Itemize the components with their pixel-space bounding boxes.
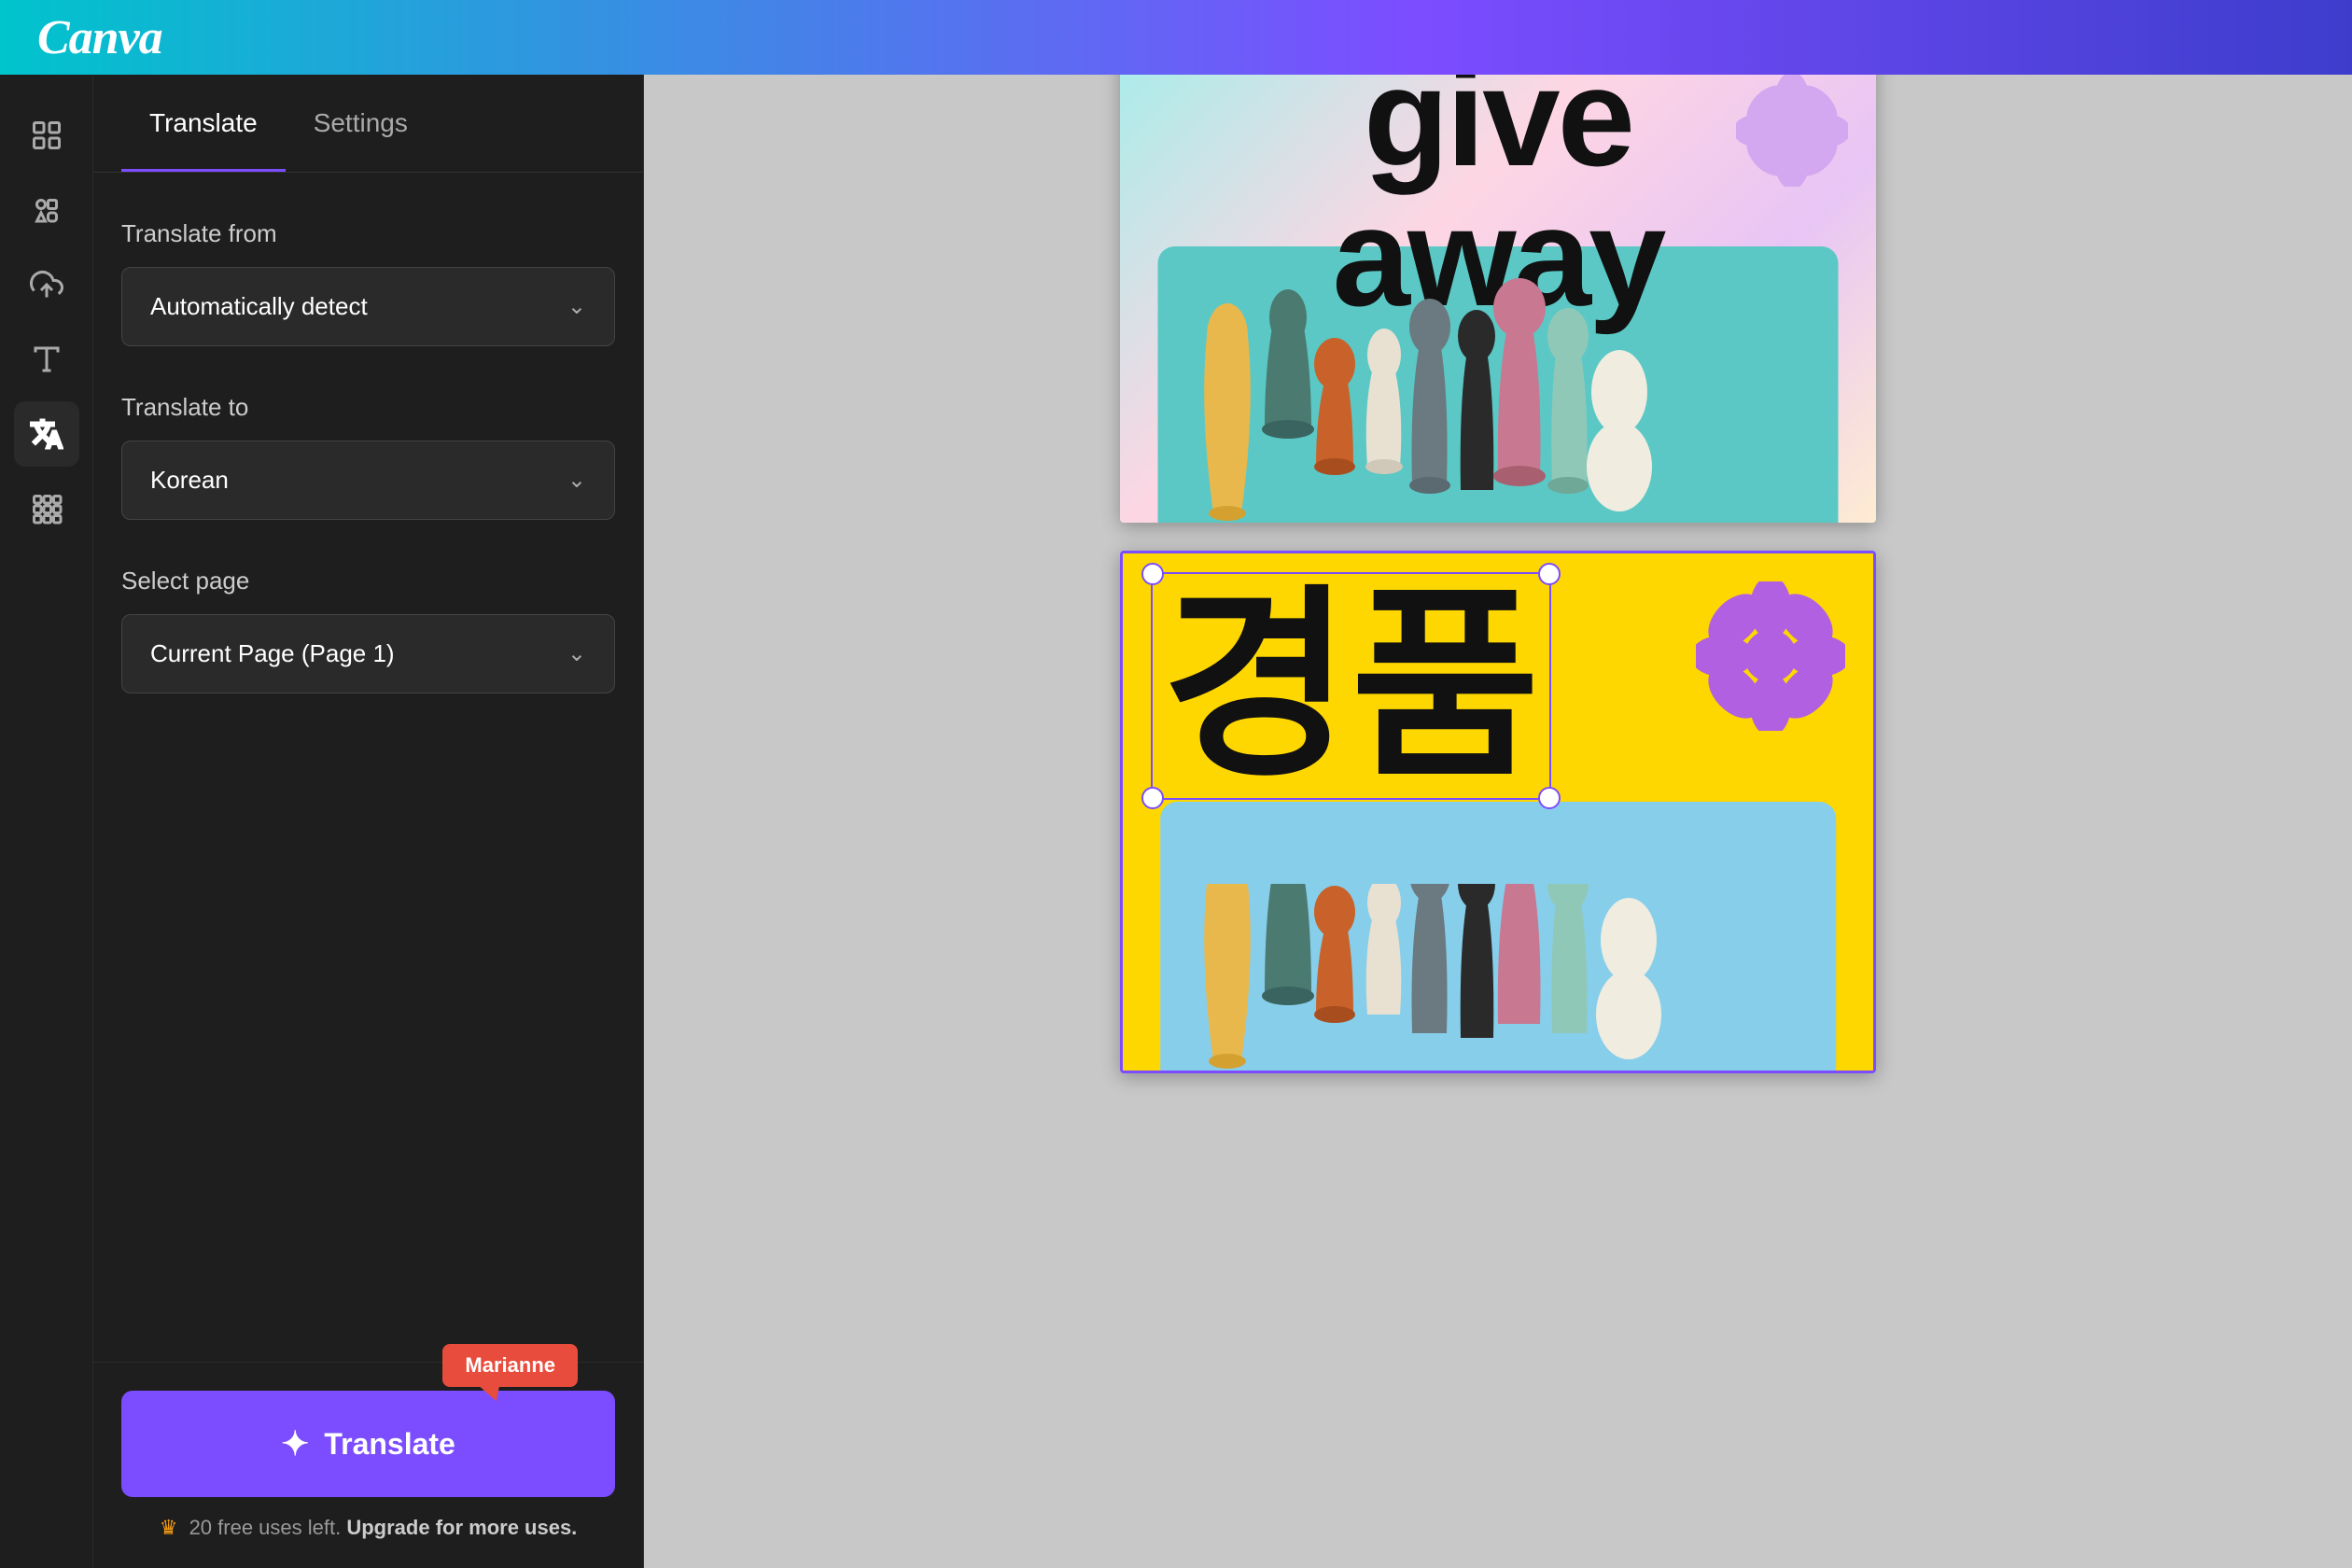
chevron-down-icon: ⌄ (567, 293, 586, 320)
crown-icon: ♛ (160, 1516, 178, 1539)
translate-button[interactable]: ✦ Translate (121, 1391, 615, 1497)
handle-br (1538, 787, 1561, 809)
handle-bl (1141, 787, 1164, 809)
chevron-down-icon-3: ⌄ (567, 640, 586, 667)
chevron-down-icon-2: ⌄ (567, 467, 586, 494)
tab-settings[interactable]: Settings (286, 75, 436, 172)
translate-button-wrapper: Marianne ✦ Translate (121, 1391, 615, 1497)
main-layout: Translate Settings Translate from Automa… (0, 75, 2352, 1568)
select-page-dropdown[interactable]: Current Page (Page 1) ⌄ (121, 614, 615, 693)
translate-from-dropdown[interactable]: Automatically detect ⌄ (121, 267, 615, 346)
korean-text-selection: 경품 (1151, 572, 1551, 800)
translate-to-label: Translate to (121, 393, 615, 422)
translate-from-label: Translate from (121, 219, 615, 248)
sidebar-item-translate[interactable] (14, 401, 79, 467)
select-page-value: Current Page (Page 1) (150, 639, 395, 668)
card1-flower-decoration (1736, 75, 1848, 187)
sidebar-item-apps[interactable] (14, 476, 79, 541)
sidebar-icons (0, 75, 93, 1568)
canva-logo: Canva (37, 10, 162, 65)
handle-tr (1538, 563, 1561, 585)
app-header: Canva (0, 0, 2352, 75)
usage-info: ♛ 20 free uses left. Upgrade for more us… (121, 1516, 615, 1540)
translate-to-dropdown[interactable]: Korean ⌄ (121, 441, 615, 520)
panel-content: Translate from Automatically detect ⌄ Tr… (93, 173, 643, 1362)
card1-vases (1171, 243, 1825, 523)
translate-btn-icon: ✦ (281, 1424, 309, 1463)
upload-icon (30, 268, 63, 301)
handle-tl (1141, 563, 1164, 585)
card2-flower-decoration (1696, 581, 1845, 731)
design-card-1: give away (1120, 75, 1876, 523)
apps-icon (30, 492, 63, 525)
design-card-2: 경품 (1120, 551, 1876, 1073)
tab-translate[interactable]: Translate (121, 75, 286, 172)
grid-layout-icon (30, 119, 63, 152)
card2-vases (1171, 884, 1825, 1071)
translate-btn-label: Translate (324, 1427, 455, 1462)
upgrade-link[interactable]: Upgrade for more uses. (346, 1516, 577, 1539)
card2-korean-text: 경품 (1162, 583, 1540, 789)
sidebar-item-elements[interactable] (14, 177, 79, 243)
canvas-area: give away (644, 75, 2352, 1568)
translate-panel: Translate Settings Translate from Automa… (93, 75, 644, 1568)
translate-to-value: Korean (150, 466, 229, 495)
text-icon (30, 343, 63, 376)
sidebar-item-upload[interactable] (14, 252, 79, 317)
panel-bottom: Marianne ✦ Translate ♛ 20 free uses left… (93, 1362, 643, 1568)
user-badge: Marianne (442, 1344, 578, 1387)
translate-icon (30, 417, 63, 451)
elements-icon (30, 193, 63, 227)
select-page-label: Select page (121, 567, 615, 595)
user-badge-name: Marianne (465, 1353, 555, 1378)
panel-tabs: Translate Settings (93, 75, 643, 173)
usage-text: 20 free uses left. (189, 1516, 342, 1539)
sidebar-item-text[interactable] (14, 327, 79, 392)
sidebar-item-grid-layout[interactable] (14, 103, 79, 168)
translate-from-value: Automatically detect (150, 292, 368, 321)
